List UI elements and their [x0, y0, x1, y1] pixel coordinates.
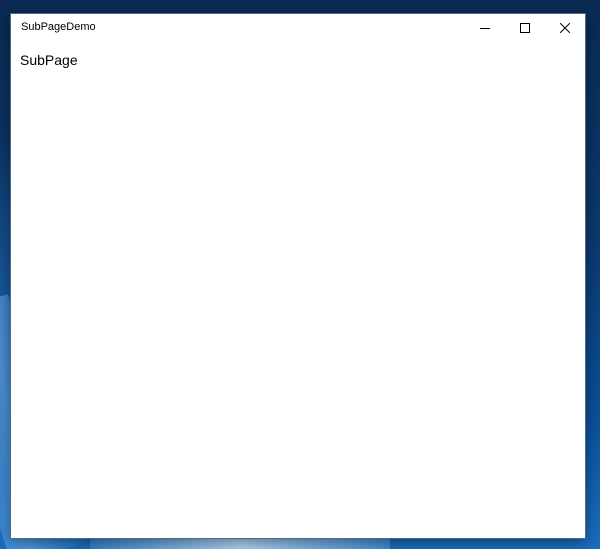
- app-window: SubPageDemo SubPage: [11, 14, 585, 538]
- window-title: SubPageDemo: [21, 21, 96, 33]
- title-bar[interactable]: SubPageDemo: [11, 14, 585, 42]
- close-icon: [560, 23, 570, 33]
- maximize-button[interactable]: [505, 14, 545, 42]
- page-text: SubPage: [20, 52, 78, 68]
- close-button[interactable]: [545, 14, 585, 42]
- page-content: SubPage: [11, 42, 585, 538]
- desktop-background: SubPageDemo SubPage: [0, 0, 600, 549]
- wallpaper-glow: [90, 538, 390, 549]
- minimize-icon: [480, 28, 490, 29]
- minimize-button[interactable]: [465, 14, 505, 42]
- maximize-icon: [520, 23, 530, 33]
